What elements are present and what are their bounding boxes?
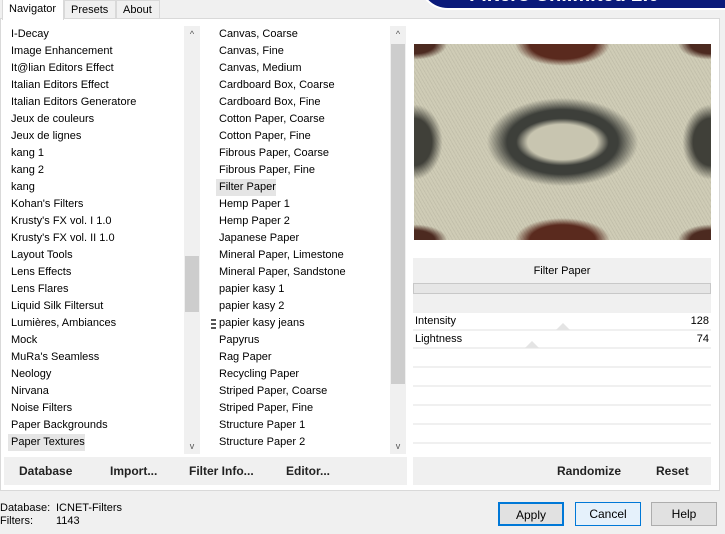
scroll-down-icon[interactable]: v xyxy=(390,438,406,454)
empty-param-row xyxy=(413,349,711,368)
filter-item[interactable]: Cotton Paper, Coarse xyxy=(216,111,390,128)
filter-item[interactable]: Fibrous Paper, Fine xyxy=(216,162,390,179)
filter-item[interactable]: Cardboard Box, Coarse xyxy=(216,77,390,94)
filter-item[interactable]: Filter Paper xyxy=(216,179,276,196)
filter-item[interactable]: Structure Paper 1 xyxy=(216,417,390,434)
category-scrollbar[interactable]: ^ v xyxy=(184,26,200,454)
filter-item[interactable]: Rag Paper xyxy=(216,349,390,366)
filter-item[interactable]: Cotton Paper, Fine xyxy=(216,128,390,145)
empty-param-row xyxy=(413,387,711,406)
param-label: Intensity xyxy=(415,315,456,327)
category-item[interactable]: kang xyxy=(8,179,184,196)
filter-item[interactable]: Canvas, Fine xyxy=(216,43,390,60)
progress-bar xyxy=(413,283,711,294)
apply-button[interactable]: Apply xyxy=(498,502,564,526)
filter-info-button[interactable]: Filter Info... xyxy=(189,457,254,485)
filter-item[interactable]: Canvas, Medium xyxy=(216,60,390,77)
param-slider-1[interactable]: Lightness 74 xyxy=(413,332,711,349)
category-item[interactable]: MuRa's Seamless xyxy=(8,349,184,366)
category-item[interactable]: Noise Filters xyxy=(8,400,184,417)
category-item[interactable]: Paper Backgrounds xyxy=(8,417,184,434)
filter-item[interactable]: Recycling Paper xyxy=(216,366,390,383)
randomize-button[interactable]: Randomize xyxy=(557,457,621,485)
database-value: ICNET-Filters xyxy=(56,502,122,514)
filter-item[interactable]: Mineral Paper, Sandstone xyxy=(216,264,390,281)
category-item[interactable]: Lens Flares xyxy=(8,281,184,298)
cancel-button[interactable]: Cancel xyxy=(575,502,641,526)
database-button[interactable]: Database xyxy=(19,457,72,485)
category-item[interactable]: Jeux de couleurs xyxy=(8,111,184,128)
category-item[interactable]: kang 2 xyxy=(8,162,184,179)
category-item[interactable]: Krusty's FX vol. II 1.0 xyxy=(8,230,184,247)
scrollbar-thumb[interactable] xyxy=(185,256,199,312)
category-item[interactable]: Lumières, Ambiances xyxy=(8,315,184,332)
filter-title-area: Filter Paper xyxy=(413,258,711,313)
filter-item[interactable]: papier kasy 1 xyxy=(216,281,390,298)
left-button-bar: Database Import... Filter Info... Editor… xyxy=(4,457,407,485)
filter-title: Filter Paper xyxy=(533,265,591,277)
reset-button[interactable]: Reset xyxy=(656,457,689,485)
filters-unlimited-logo: Filters Unlimited 2.0 xyxy=(418,0,725,10)
empty-param-row xyxy=(413,368,711,387)
filter-item[interactable]: Structure Paper 2 xyxy=(216,434,390,451)
slider-thumb[interactable] xyxy=(556,323,571,330)
category-item[interactable]: It@lian Editors Effect xyxy=(8,60,184,77)
empty-param-row xyxy=(413,425,711,444)
scroll-up-icon[interactable]: ^ xyxy=(390,26,406,42)
filter-item[interactable]: Mineral Paper, Limestone xyxy=(216,247,390,264)
category-item[interactable]: Lens Effects xyxy=(8,264,184,281)
category-item[interactable]: Mock xyxy=(8,332,184,349)
slider-thumb[interactable] xyxy=(524,341,539,348)
filter-item[interactable]: Japanese Paper xyxy=(216,230,390,247)
param-slider-0[interactable]: Intensity 128 xyxy=(413,314,711,331)
scroll-down-icon[interactable]: v xyxy=(184,438,200,454)
category-item[interactable]: Kohan's Filters xyxy=(8,196,184,213)
filter-item[interactable]: papier kasy jeans xyxy=(216,315,390,332)
param-value: 128 xyxy=(690,315,709,327)
tab-about[interactable]: About xyxy=(116,0,160,19)
filter-item[interactable]: Hemp Paper 1 xyxy=(216,196,390,213)
category-item[interactable]: Italian Editors Effect xyxy=(8,77,184,94)
database-label: Database: xyxy=(0,502,51,514)
filter-item[interactable]: Hemp Paper 2 xyxy=(216,213,390,230)
category-item[interactable]: Layout Tools xyxy=(8,247,184,264)
category-item[interactable]: Paper Textures xyxy=(8,434,85,451)
category-item[interactable]: Image Enhancement xyxy=(8,43,184,60)
category-item[interactable]: Krusty's FX vol. I 1.0 xyxy=(8,213,184,230)
filter-item[interactable]: Papyrus xyxy=(216,332,390,349)
editor-button[interactable]: Editor... xyxy=(286,457,330,485)
filters-count-label: Filters: xyxy=(0,515,33,527)
category-item[interactable]: Nirvana xyxy=(8,383,184,400)
drag-handle-icon xyxy=(211,319,216,329)
import-button[interactable]: Import... xyxy=(110,457,157,485)
filter-scrollbar[interactable]: ^ v xyxy=(390,26,406,454)
category-item[interactable]: Neology xyxy=(8,366,184,383)
filter-item[interactable]: Canvas, Coarse xyxy=(216,26,390,43)
category-item[interactable]: I-Decay xyxy=(8,26,184,43)
param-label: Lightness xyxy=(415,333,463,345)
category-item[interactable]: Liquid Silk Filtersut xyxy=(8,298,184,315)
right-button-bar: Randomize Reset xyxy=(413,457,711,485)
category-item[interactable]: Jeux de lignes xyxy=(8,128,184,145)
filter-item[interactable]: papier kasy 2 xyxy=(216,298,390,315)
scroll-up-icon[interactable]: ^ xyxy=(184,26,200,42)
help-button[interactable]: Help xyxy=(651,502,717,526)
empty-param-row xyxy=(413,406,711,425)
tab-presets[interactable]: Presets xyxy=(64,0,116,19)
tab-navigator[interactable]: Navigator xyxy=(2,0,64,20)
filter-list[interactable]: Canvas, Coarse Canvas, Fine Canvas, Medium… xyxy=(216,26,390,454)
filters-count-value: 1143 xyxy=(56,515,80,527)
scrollbar-thumb[interactable] xyxy=(391,44,405,384)
filter-item[interactable]: Cardboard Box, Fine xyxy=(216,94,390,111)
filter-preview-image xyxy=(414,44,711,240)
filter-item[interactable]: Striped Paper, Fine xyxy=(216,400,390,417)
category-item[interactable]: kang 1 xyxy=(8,145,184,162)
filter-item[interactable]: Fibrous Paper, Coarse xyxy=(216,145,390,162)
param-value: 74 xyxy=(696,333,709,345)
filter-item[interactable]: Striped Paper, Coarse xyxy=(216,383,390,400)
category-list[interactable]: I-Decay Image Enhancement It@lian Editors … xyxy=(8,26,184,454)
category-item[interactable]: Italian Editors Generatore xyxy=(8,94,184,111)
